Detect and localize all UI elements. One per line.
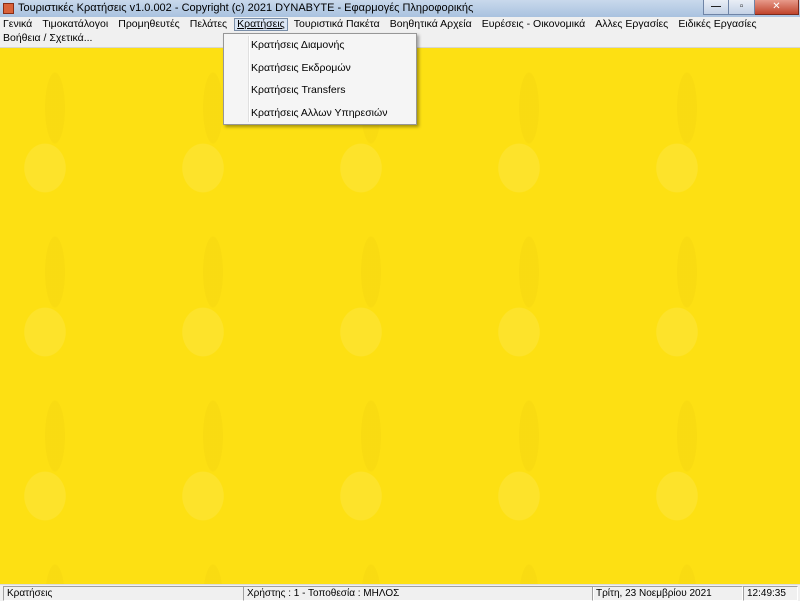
menu-price-lists[interactable]: Τιμοκατάλογοι bbox=[39, 18, 112, 31]
dropdown-item-accommodation-bookings[interactable]: Κρατήσεις Διαμονής bbox=[250, 34, 344, 56]
status-user-location: Χρήστης : 1 - Τοποθεσία : ΜΗΛΟΣ bbox=[243, 586, 594, 601]
close-button[interactable]: ✕ bbox=[755, 0, 799, 15]
app-icon bbox=[3, 3, 14, 14]
menu-row-2: Βοήθεια / Σχετικά... bbox=[0, 32, 96, 46]
status-time: 12:49:35 bbox=[743, 586, 798, 601]
menu-bookings[interactable]: Κρατήσεις bbox=[234, 18, 288, 31]
status-date: Τρίτη, 23 Νοεμβρίου 2021 bbox=[592, 586, 743, 601]
maximize-icon: ▫ bbox=[739, 1, 744, 12]
menu-help-about[interactable]: Βοήθεια / Σχετικά... bbox=[0, 32, 96, 45]
dropdown-item-transfer-bookings[interactable]: Κρατήσεις Transfers bbox=[250, 79, 345, 101]
menu-searches-financial[interactable]: Ευρέσεις - Οικονομικά bbox=[479, 18, 589, 31]
menu-customers[interactable]: Πελάτες bbox=[187, 18, 231, 31]
menu-other-tasks[interactable]: Αλλες Εργασίες bbox=[592, 18, 672, 31]
status-bar: Κρατήσεις Χρήστης : 1 - Τοποθεσία : ΜΗΛΟ… bbox=[0, 584, 800, 601]
minimize-button[interactable]: — bbox=[703, 0, 729, 15]
window-controls: — ▫ ✕ bbox=[703, 0, 799, 16]
menu-suppliers[interactable]: Προμηθευτές bbox=[115, 18, 183, 31]
menu-row-1: Γενικά Τιμοκατάλογοι Προμηθευτές Πελάτες… bbox=[0, 18, 761, 32]
bookings-dropdown-menu: Κρατήσεις Διαμονής Κρατήσεις Εκδρομών Κρ… bbox=[223, 33, 417, 125]
maximize-button[interactable]: ▫ bbox=[729, 0, 755, 15]
menu-general[interactable]: Γενικά bbox=[0, 18, 36, 31]
status-section: Κρατήσεις bbox=[3, 586, 244, 601]
title-bar[interactable]: Τουριστικές Κρατήσεις v1.0.002 - Copyrig… bbox=[0, 0, 800, 18]
menu-tour-packages[interactable]: Τουριστικά Πακέτα bbox=[291, 18, 384, 31]
dropdown-item-excursion-bookings[interactable]: Κρατήσεις Εκδρομών bbox=[250, 57, 351, 79]
menu-special-tasks[interactable]: Ειδικές Εργασίες bbox=[675, 18, 760, 31]
window-title: Τουριστικές Κρατήσεις v1.0.002 - Copyrig… bbox=[18, 2, 474, 14]
menu-auxiliary-files[interactable]: Βοηθητικά Αρχεία bbox=[387, 18, 476, 31]
minimize-icon: — bbox=[711, 1, 721, 12]
close-icon: ✕ bbox=[772, 1, 781, 12]
dropdown-item-other-services-bookings[interactable]: Κρατήσεις Αλλων Υπηρεσιών bbox=[250, 102, 387, 124]
workspace-background bbox=[0, 48, 800, 584]
